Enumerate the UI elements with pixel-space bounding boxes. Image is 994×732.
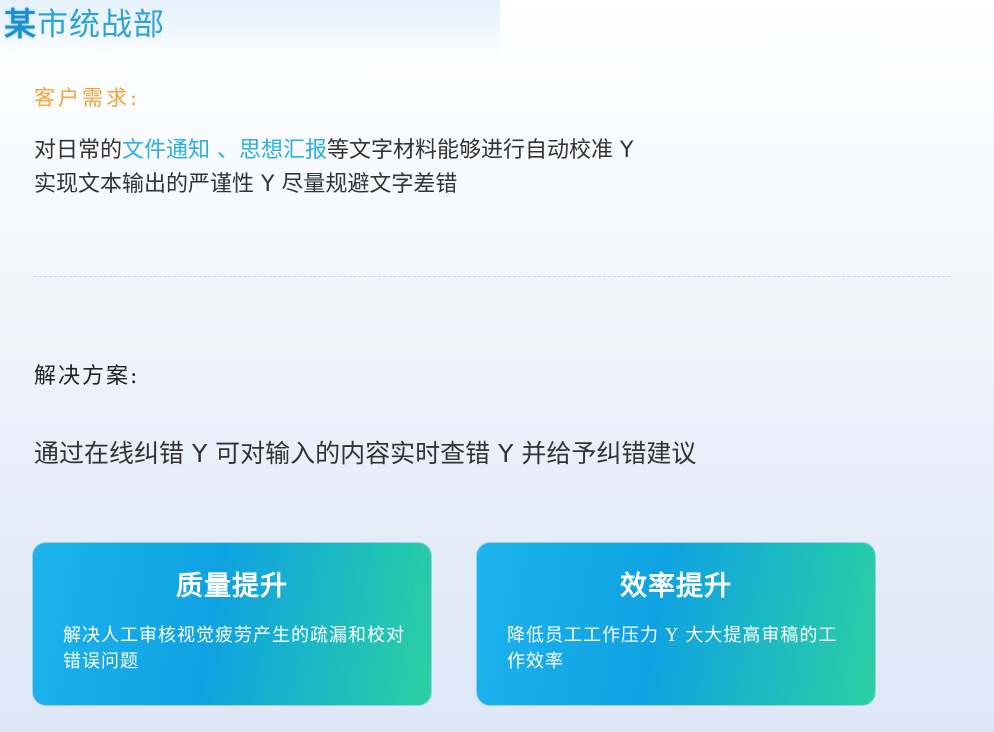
solution-label: 解决方案: xyxy=(34,364,140,389)
section-divider xyxy=(34,276,950,277)
efficiency-card-desc: 降低员工工作压力 Y 大大提高审稿的工作效率 xyxy=(507,625,838,672)
quality-card-desc: 解决人工审核视觉疲劳产生的疏漏和校对错误问题 xyxy=(63,625,405,672)
quality-card: 质量提升 解决人工审核视觉疲劳产生的疏漏和校对错误问题 xyxy=(32,542,432,706)
customer-need-line-1: 对日常的文件通知 、思想汇报等文字材料能够进行自动校准 Y xyxy=(34,134,754,168)
customer-need-label: 客户需求: xyxy=(34,86,141,110)
efficiency-card-title: 效率提升 xyxy=(620,571,732,602)
customer-need-text: 对日常的文件通知 、思想汇报等文字材料能够进行自动校准 Y 实现文本输出的严谨性… xyxy=(34,134,754,202)
customer-need-line-1-suffix: 等文字材料能够进行自动校准 Y xyxy=(327,138,634,163)
page-title-rest: 市统战部 xyxy=(37,7,166,43)
customer-need-line-1-prefix: 对日常的 xyxy=(34,138,123,163)
efficiency-card: 效率提升 降低员工工作压力 Y 大大提高审稿的工作效率 xyxy=(476,542,876,706)
page-title-first-char: 某 xyxy=(4,5,38,43)
quality-card-title: 质量提升 xyxy=(176,571,288,602)
customer-need-highlight: 文件通知 、思想汇报 xyxy=(122,138,328,163)
solution-text: 通过在线纠错 Y 可对输入的内容实时查错 Y 并给予纠错建议 xyxy=(34,439,697,468)
page-title: 某市统战部 xyxy=(4,4,165,45)
customer-need-line-2: 实现文本输出的严谨性 Y 尽量规避文字差错 xyxy=(34,172,458,197)
